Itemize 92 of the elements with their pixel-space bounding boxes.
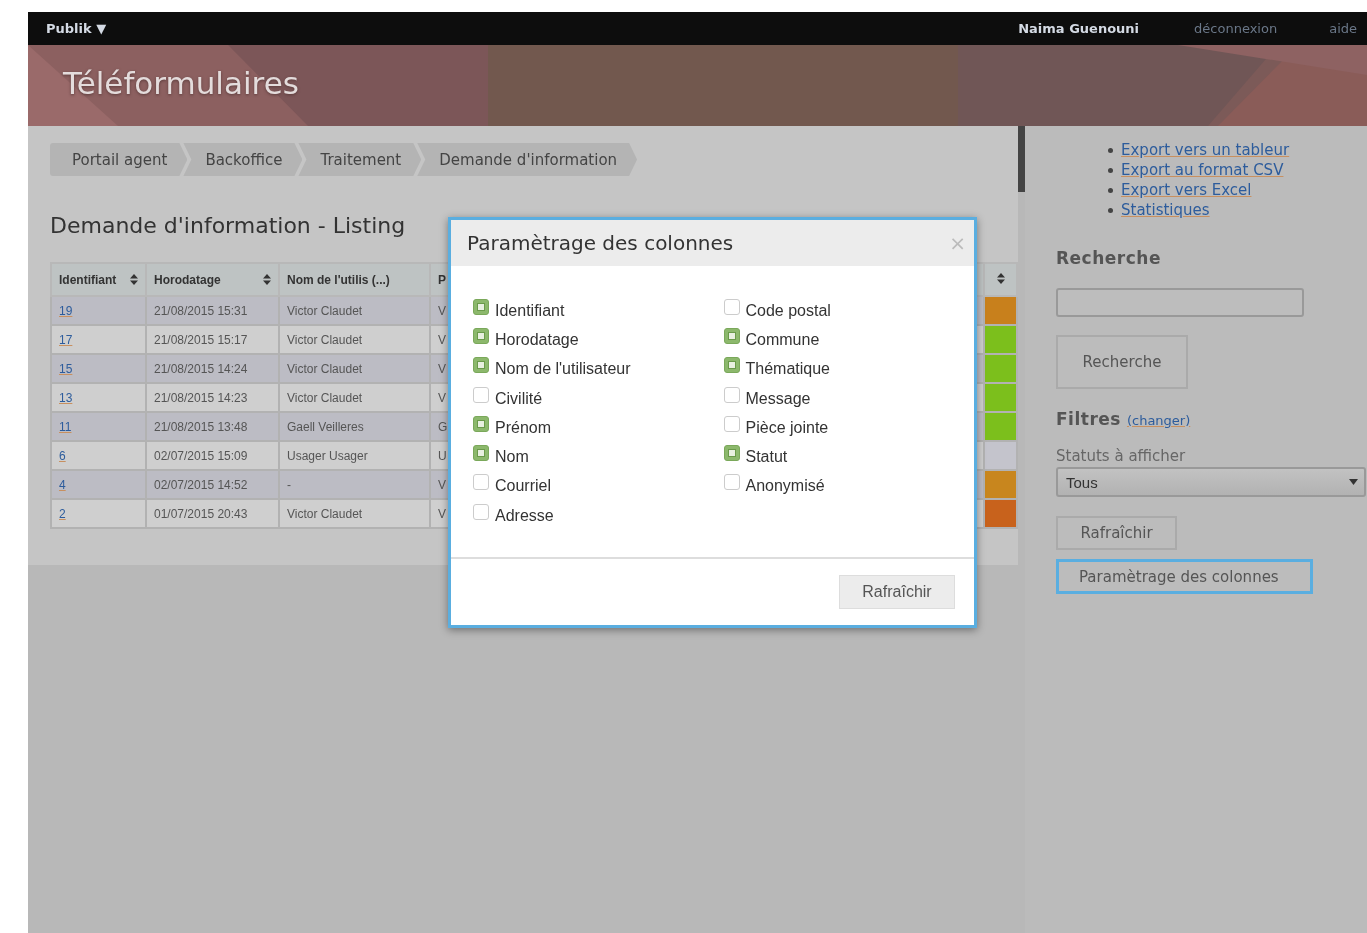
change-link[interactable]: (changer) — [1126, 413, 1191, 428]
export-link[interactable]: Export vers Excel — [1121, 181, 1252, 199]
sort-icon[interactable] — [996, 272, 1005, 284]
table-cell: 02/07/2015 15:09 — [146, 441, 279, 470]
search-button[interactable]: Recherche — [1056, 335, 1188, 389]
refresh-button[interactable]: Rafraîchir — [839, 575, 955, 609]
checkbox-label: Commune — [745, 330, 820, 349]
table-cell: Usager Usager — [279, 441, 430, 470]
export-link[interactable]: Statistiques — [1121, 201, 1210, 219]
checkbox[interactable] — [723, 386, 740, 403]
checkbox-label: Message — [745, 389, 811, 408]
checkbox[interactable] — [473, 298, 489, 315]
page-heading: Demande d'information - Listing — [50, 213, 407, 238]
column-header[interactable] — [984, 263, 1017, 296]
table-cell: 21/08/2015 14:24 — [146, 354, 279, 383]
export-link[interactable]: Export au format CSV — [1121, 161, 1284, 179]
table-cell: Victor Claudet — [279, 296, 430, 325]
table-cell: Gaell Veilleres — [279, 412, 430, 441]
checkbox[interactable] — [473, 474, 489, 491]
table-cell: 21/08/2015 13:48 — [146, 412, 279, 441]
checkbox[interactable] — [473, 415, 489, 432]
table-cell: 21/08/2015 15:17 — [146, 325, 279, 354]
row-link[interactable]: 19 — [59, 303, 73, 318]
checkbox[interactable] — [723, 357, 740, 374]
bullet-icon — [1108, 207, 1113, 213]
breadcrumb-item[interactable]: Portail agent — [50, 143, 188, 176]
dialog-title: Paramètrage des colonnes — [467, 231, 734, 255]
checkbox[interactable] — [473, 386, 489, 403]
column-header[interactable]: Identifiant — [51, 263, 146, 296]
checkbox[interactable] — [723, 298, 740, 315]
app-title: Téléformulaires — [62, 64, 299, 101]
bullet-icon — [1108, 147, 1113, 153]
export-link[interactable]: Export vers un tableur — [1121, 141, 1290, 159]
table-cell: Victor Claudet — [279, 354, 430, 383]
checkbox[interactable] — [723, 474, 740, 491]
table-cell: - — [279, 470, 430, 499]
checkbox-label: Statut — [745, 448, 788, 467]
status-select[interactable]: Tous — [1056, 467, 1366, 497]
checkbox-label: Thématique — [745, 360, 830, 379]
checkbox-label: Pièce jointe — [745, 418, 829, 437]
breadcrumb-item[interactable]: Demande d'information — [417, 143, 638, 176]
table-cell: Victor Claudet — [279, 383, 430, 412]
table-cell: 21/08/2015 14:23 — [146, 383, 279, 412]
row-link[interactable]: 15 — [59, 361, 73, 376]
table-cell: Victor Claudet — [279, 325, 430, 354]
checkbox-label: Courriel — [495, 477, 551, 496]
sort-icon[interactable] — [130, 274, 138, 285]
section-title: Recherche — [1056, 248, 1162, 268]
bullet-icon — [1108, 187, 1113, 193]
table-cell: 01/07/2015 20:43 — [146, 499, 279, 528]
help-link[interactable]: aide — [1329, 21, 1357, 36]
checkbox[interactable] — [473, 445, 489, 462]
refresh-button[interactable]: Rafraîchir — [1056, 516, 1177, 550]
table-cell: 21/08/2015 15:31 — [146, 296, 279, 325]
field-label: Statuts à afficher — [1056, 447, 1187, 465]
checkbox-label: Identifiant — [495, 301, 565, 320]
scrollbar[interactable] — [1018, 126, 1025, 192]
columns-button[interactable]: Paramètrage des colonnes — [1056, 559, 1313, 594]
section-title: Filtres — [1056, 409, 1121, 429]
sort-icon[interactable] — [263, 274, 271, 285]
checkbox-label: Anonymisé — [745, 477, 825, 496]
row-link[interactable]: 6 — [59, 448, 66, 463]
column-header[interactable]: Horodatage — [146, 263, 279, 296]
table-cell: 02/07/2015 14:52 — [146, 470, 279, 499]
checkbox-label: Nom de l'utilisateur — [495, 360, 631, 379]
column-header[interactable]: Nom de l'utilis (...) — [279, 263, 430, 296]
checkbox[interactable] — [473, 503, 489, 520]
row-link[interactable]: 2 — [59, 506, 66, 521]
breadcrumb-item[interactable]: Backoffice — [183, 143, 303, 176]
checkbox[interactable] — [473, 357, 489, 374]
row-link[interactable]: 4 — [59, 477, 66, 492]
row-link[interactable]: 17 — [59, 332, 73, 347]
checkbox-label: Code postal — [745, 301, 831, 320]
table-cell: Victor Claudet — [279, 499, 430, 528]
row-link[interactable]: 13 — [59, 390, 73, 405]
breadcrumb-item[interactable]: Traitement — [298, 143, 422, 176]
app-menu[interactable]: Publik ▼ — [46, 21, 107, 36]
checkbox[interactable] — [723, 445, 740, 462]
checkbox[interactable] — [723, 327, 740, 344]
checkbox-label: Civilité — [495, 389, 543, 408]
checkbox-label: Prénom — [495, 418, 552, 437]
logout-link[interactable]: déconnexion — [1194, 21, 1278, 36]
search-field[interactable] — [1056, 288, 1304, 317]
checkbox-label: Adresse — [495, 506, 554, 525]
checkbox[interactable] — [723, 415, 740, 432]
caret-icon — [1349, 479, 1358, 485]
row-link[interactable]: 11 — [59, 419, 72, 434]
bullet-icon — [1108, 167, 1113, 173]
checkbox-label: Horodatage — [495, 330, 579, 349]
user-name: Naima Guenouni — [1018, 21, 1140, 36]
checkbox[interactable] — [473, 327, 489, 344]
checkbox-label: Nom — [495, 448, 529, 467]
